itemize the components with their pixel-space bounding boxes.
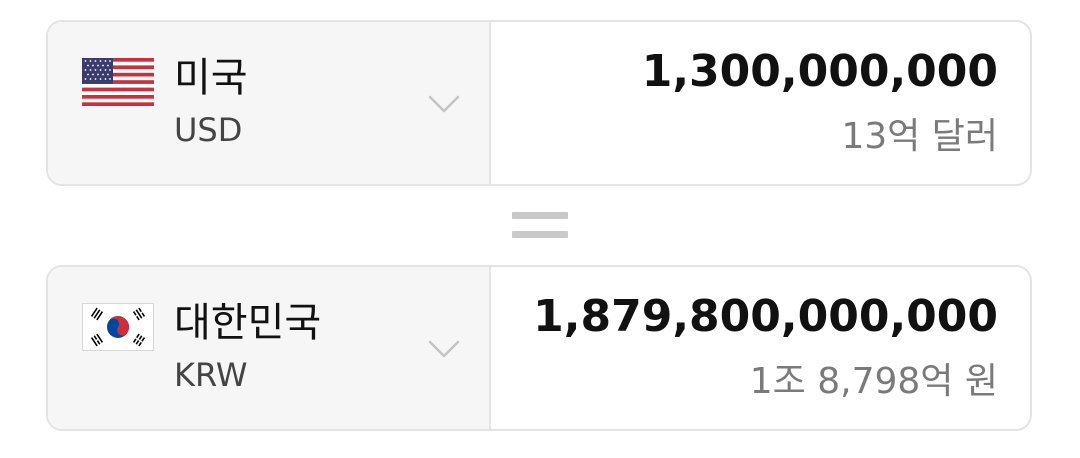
chevron-down-icon[interactable] [428, 94, 460, 114]
target-amount-area: 1,879,800,000,000 1조 8,798억 원 [491, 267, 1030, 429]
chevron-down-icon[interactable] [428, 339, 460, 359]
target-currency-card: 대한민국 KRW 1,879,800,000,000 1조 8,798억 원 [46, 265, 1032, 431]
us-flag-icon [82, 58, 154, 106]
target-country-name: 대한민국 [174, 300, 322, 346]
source-currency-selector[interactable]: 미국 USD [48, 22, 491, 184]
source-currency-card: 미국 USD 1,300,000,000 13억 달러 [46, 20, 1032, 186]
kr-flag-icon [82, 303, 154, 351]
source-amount-in-words: 13억 달러 [841, 116, 998, 157]
target-currency-selector[interactable]: 대한민국 KRW [48, 267, 491, 429]
source-amount-area: 1,300,000,000 13억 달러 [491, 22, 1030, 184]
equals-icon [512, 212, 568, 240]
source-country-name: 미국 [174, 55, 248, 101]
target-amount-in-words: 1조 8,798억 원 [749, 361, 998, 402]
target-amount-input[interactable]: 1,879,800,000,000 [533, 289, 998, 345]
target-currency-code: KRW [174, 356, 248, 394]
source-currency-code: USD [174, 111, 243, 149]
source-amount-input[interactable]: 1,300,000,000 [642, 44, 998, 100]
